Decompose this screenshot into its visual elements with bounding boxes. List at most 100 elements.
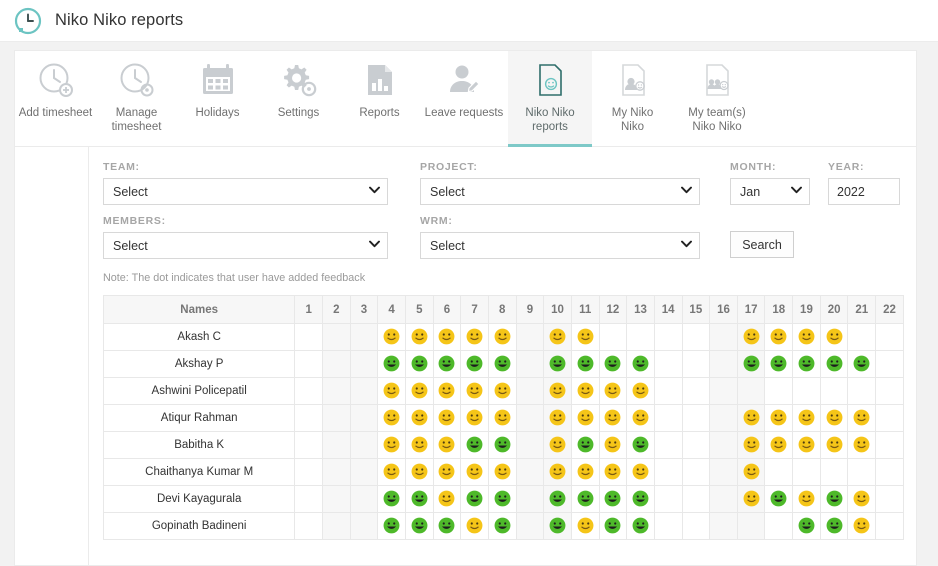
mood-cell-day-9[interactable] [516, 351, 544, 378]
mood-cell-day-10[interactable] [544, 378, 572, 405]
mood-cell-day-4[interactable] [378, 405, 406, 432]
mood-cell-day-18[interactable] [765, 378, 793, 405]
mood-cell-day-13[interactable] [627, 378, 655, 405]
mood-cell-day-3[interactable] [350, 459, 378, 486]
mood-cell-day-1[interactable] [295, 351, 323, 378]
mood-cell-day-12[interactable] [599, 324, 627, 351]
mood-cell-day-6[interactable] [433, 459, 461, 486]
mood-cell-day-9[interactable] [516, 459, 544, 486]
mood-cell-day-19[interactable] [793, 513, 821, 540]
mood-cell-day-3[interactable] [350, 351, 378, 378]
tab-manage-timesheet[interactable]: Managetimesheet [96, 51, 177, 146]
mood-cell-day-19[interactable] [793, 405, 821, 432]
mood-cell-day-19[interactable] [793, 459, 821, 486]
mood-cell-day-4[interactable] [378, 324, 406, 351]
mood-cell-day-5[interactable] [405, 459, 433, 486]
mood-cell-day-2[interactable] [322, 405, 350, 432]
mood-cell-day-10[interactable] [544, 432, 572, 459]
mood-cell-day-6[interactable] [433, 405, 461, 432]
mood-cell-day-12[interactable] [599, 351, 627, 378]
mood-cell-day-13[interactable] [627, 324, 655, 351]
mood-cell-day-3[interactable] [350, 378, 378, 405]
mood-cell-day-1[interactable] [295, 378, 323, 405]
mood-cell-day-20[interactable] [820, 486, 848, 513]
tab-my-teams-niko-niko[interactable]: My team(s)Niko Niko [673, 51, 761, 146]
mood-cell-day-22[interactable] [876, 405, 904, 432]
mood-cell-day-19[interactable] [793, 378, 821, 405]
mood-cell-day-10[interactable] [544, 324, 572, 351]
mood-cell-day-1[interactable] [295, 513, 323, 540]
mood-cell-day-13[interactable] [627, 405, 655, 432]
mood-cell-day-7[interactable] [461, 405, 489, 432]
mood-cell-day-3[interactable] [350, 324, 378, 351]
mood-cell-day-12[interactable] [599, 459, 627, 486]
mood-cell-day-6[interactable] [433, 513, 461, 540]
mood-cell-day-9[interactable] [516, 513, 544, 540]
mood-cell-day-10[interactable] [544, 486, 572, 513]
mood-cell-day-16[interactable] [710, 459, 738, 486]
mood-cell-day-18[interactable] [765, 432, 793, 459]
mood-cell-day-18[interactable] [765, 324, 793, 351]
mood-cell-day-19[interactable] [793, 432, 821, 459]
mood-cell-day-16[interactable] [710, 378, 738, 405]
mood-cell-day-8[interactable] [488, 405, 516, 432]
mood-cell-day-20[interactable] [820, 405, 848, 432]
mood-cell-day-16[interactable] [710, 432, 738, 459]
mood-cell-day-20[interactable] [820, 513, 848, 540]
mood-cell-day-17[interactable] [737, 351, 765, 378]
mood-cell-day-14[interactable] [654, 405, 682, 432]
mood-cell-day-8[interactable] [488, 513, 516, 540]
mood-cell-day-17[interactable] [737, 405, 765, 432]
mood-cell-day-22[interactable] [876, 513, 904, 540]
mood-cell-day-2[interactable] [322, 459, 350, 486]
mood-cell-day-9[interactable] [516, 378, 544, 405]
mood-cell-day-4[interactable] [378, 486, 406, 513]
mood-cell-day-11[interactable] [571, 486, 599, 513]
mood-cell-day-19[interactable] [793, 486, 821, 513]
mood-cell-day-18[interactable] [765, 459, 793, 486]
mood-cell-day-8[interactable] [488, 324, 516, 351]
mood-cell-day-16[interactable] [710, 513, 738, 540]
mood-cell-day-11[interactable] [571, 513, 599, 540]
mood-cell-day-11[interactable] [571, 324, 599, 351]
mood-cell-day-20[interactable] [820, 432, 848, 459]
mood-cell-day-3[interactable] [350, 405, 378, 432]
mood-cell-day-5[interactable] [405, 378, 433, 405]
mood-cell-day-17[interactable] [737, 324, 765, 351]
tab-reports[interactable]: Reports [339, 51, 420, 146]
mood-cell-day-17[interactable] [737, 432, 765, 459]
mood-cell-day-14[interactable] [654, 378, 682, 405]
mood-cell-day-7[interactable] [461, 486, 489, 513]
mood-cell-day-21[interactable] [848, 486, 876, 513]
team-select[interactable]: Select [103, 178, 388, 205]
mood-cell-day-21[interactable] [848, 513, 876, 540]
mood-cell-day-9[interactable] [516, 486, 544, 513]
mood-cell-day-18[interactable] [765, 513, 793, 540]
tab-niko-niko-reports[interactable]: Niko Nikoreports [508, 51, 592, 146]
mood-cell-day-20[interactable] [820, 351, 848, 378]
mood-cell-day-19[interactable] [793, 324, 821, 351]
mood-cell-day-17[interactable] [737, 378, 765, 405]
mood-cell-day-5[interactable] [405, 405, 433, 432]
mood-cell-day-14[interactable] [654, 513, 682, 540]
mood-cell-day-5[interactable] [405, 351, 433, 378]
mood-cell-day-10[interactable] [544, 351, 572, 378]
mood-cell-day-12[interactable] [599, 513, 627, 540]
project-select[interactable]: Select [420, 178, 700, 205]
mood-cell-day-4[interactable] [378, 351, 406, 378]
mood-cell-day-14[interactable] [654, 432, 682, 459]
mood-cell-day-13[interactable] [627, 432, 655, 459]
year-input[interactable]: 2022 [828, 178, 900, 205]
mood-cell-day-7[interactable] [461, 459, 489, 486]
mood-cell-day-2[interactable] [322, 432, 350, 459]
tab-settings[interactable]: Settings [258, 51, 339, 146]
mood-cell-day-1[interactable] [295, 459, 323, 486]
mood-cell-day-21[interactable] [848, 459, 876, 486]
mood-cell-day-4[interactable] [378, 378, 406, 405]
mood-cell-day-18[interactable] [765, 486, 793, 513]
mood-cell-day-12[interactable] [599, 405, 627, 432]
mood-cell-day-10[interactable] [544, 459, 572, 486]
mood-cell-day-16[interactable] [710, 486, 738, 513]
mood-cell-day-5[interactable] [405, 432, 433, 459]
mood-cell-day-8[interactable] [488, 378, 516, 405]
